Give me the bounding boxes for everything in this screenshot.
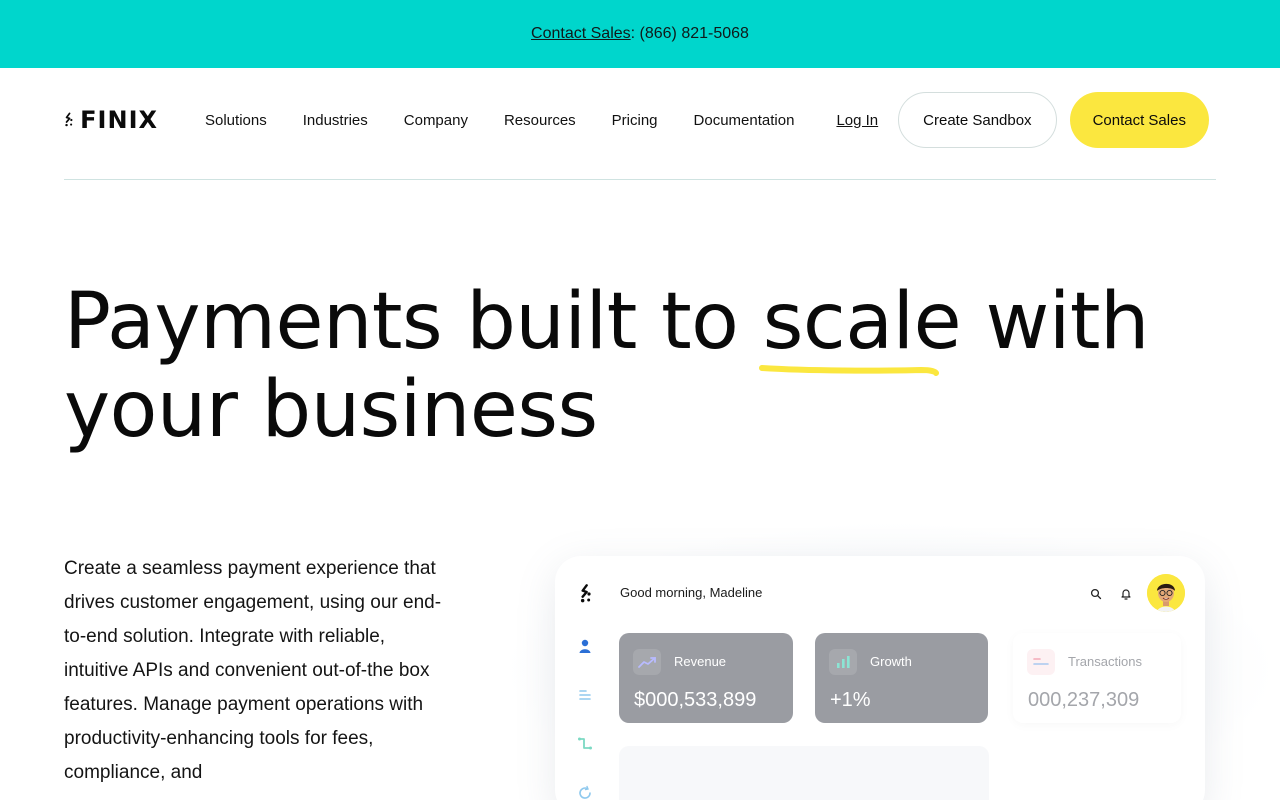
refresh-icon[interactable] [577, 785, 593, 800]
announcement-bar: Contact Sales : (866) 821-5068 [0, 0, 1280, 68]
transactions-glyph [1033, 658, 1049, 665]
contact-sales-button[interactable]: Contact Sales [1069, 92, 1209, 148]
transactions-icon [1027, 649, 1055, 675]
route-icon[interactable] [577, 736, 593, 752]
nav-solutions[interactable]: Solutions [205, 112, 267, 129]
transactions-value: 000,237,309 [1028, 689, 1140, 711]
nav-divider [64, 179, 1216, 180]
revenue-card[interactable]: Revenue $000,533,899 [619, 633, 793, 723]
transactions-label: Transactions [1068, 654, 1142, 669]
logo-wordmark: FINIX [80, 106, 158, 134]
growth-label: Growth [870, 654, 912, 669]
underline-swoosh [758, 365, 939, 376]
transactions-card[interactable]: Transactions 000,237,309 [1013, 633, 1181, 723]
login-link[interactable]: Log In [836, 112, 878, 129]
bar-chart-icon [829, 649, 857, 675]
growth-value: +1% [830, 689, 871, 711]
create-sandbox-button[interactable]: Create Sandbox [898, 92, 1057, 148]
chart-up-glyph [638, 657, 656, 668]
revenue-value: $000,533,899 [634, 689, 757, 711]
nav-pricing[interactable]: Pricing [612, 112, 658, 129]
bar-chart-glyph [837, 656, 850, 668]
hero-title-highlight: scale [758, 277, 962, 376]
bell-icon[interactable] [1120, 587, 1132, 600]
nav-resources[interactable]: Resources [504, 112, 576, 129]
search-icon[interactable] [1090, 588, 1102, 600]
user-avatar[interactable] [1147, 574, 1185, 612]
nav-company[interactable]: Company [404, 112, 468, 129]
phone-number: : (866) 821-5068 [630, 25, 749, 42]
nav-industries[interactable]: Industries [303, 112, 368, 129]
chart-up-icon [633, 649, 661, 675]
dashboard-logo-icon [580, 584, 591, 603]
dashboard-greeting: Good morning, Madeline [620, 585, 763, 600]
contact-sales-link[interactable]: Contact Sales [531, 25, 631, 43]
main-nav: FINIX Solutions Industries Company Resou… [64, 92, 1216, 148]
hero-title: Payments built to scale with your busine… [64, 278, 1244, 454]
hero-title-start: Payments built to [64, 277, 763, 367]
finix-logo-icon [65, 112, 73, 127]
list-icon[interactable] [577, 687, 593, 703]
user-icon[interactable] [577, 638, 593, 654]
nav-documentation[interactable]: Documentation [694, 112, 795, 129]
avatar-portrait [1147, 574, 1185, 612]
dashboard-content-panel [619, 746, 989, 800]
growth-card[interactable]: Growth +1% [815, 633, 988, 723]
dashboard-preview: Good morning, Madeline Revenue $000,533,… [555, 556, 1205, 800]
hero-title-highlight-word: scale [762, 277, 962, 367]
revenue-label: Revenue [674, 654, 727, 669]
logo[interactable]: FINIX [64, 105, 158, 135]
nav-links: Solutions Industries Company Resources P… [205, 112, 830, 129]
hero-description: Create a seamless payment experience tha… [64, 558, 442, 783]
